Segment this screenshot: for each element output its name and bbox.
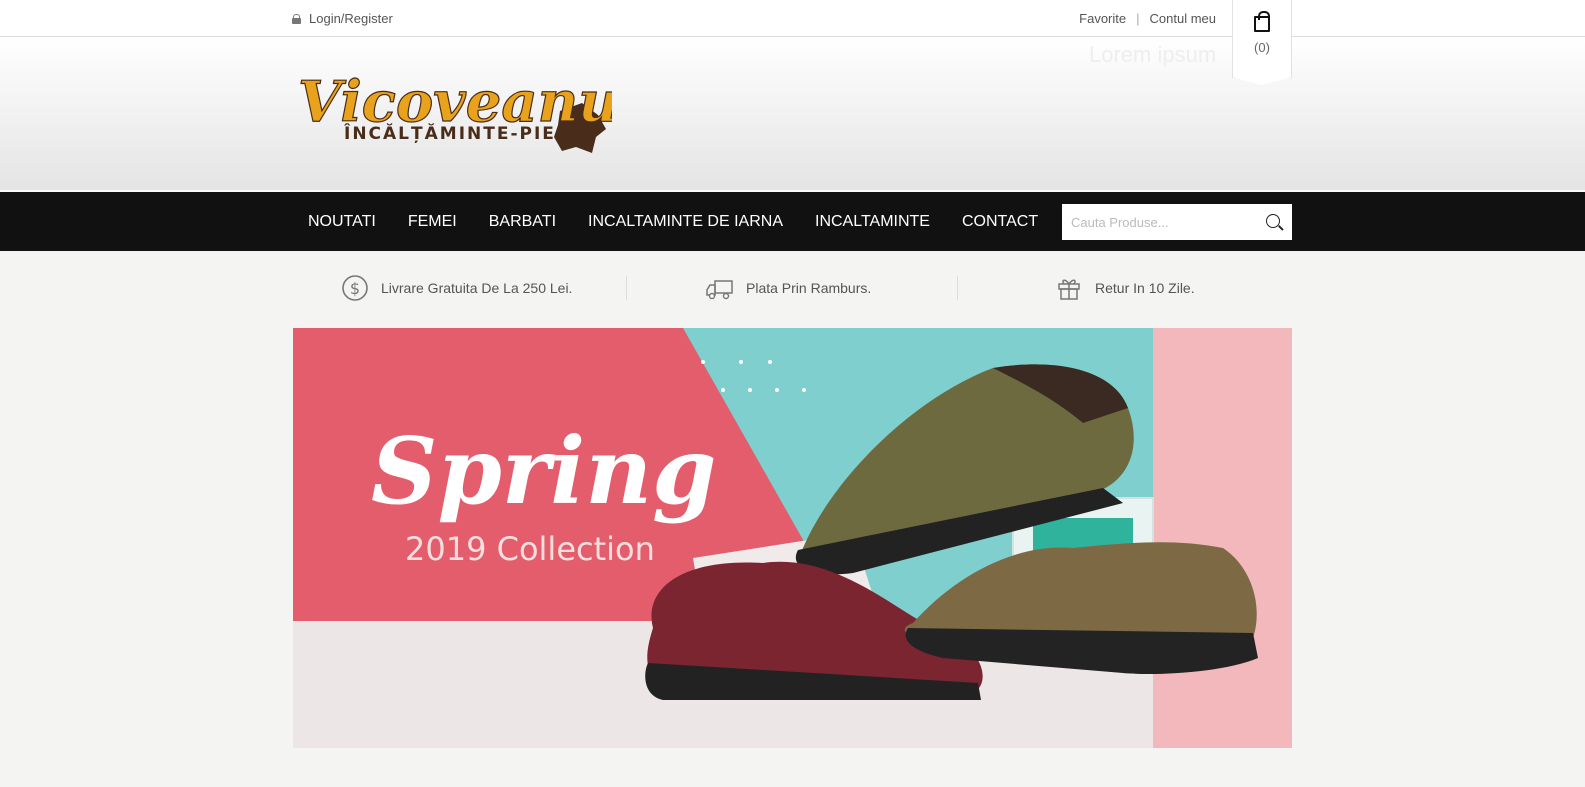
main-navigation: NOUTATI FEMEI BARBATI INCALTAMINTE DE IA… — [0, 192, 1585, 251]
account-link[interactable]: Contul meu — [1150, 11, 1216, 26]
favorites-link[interactable]: Favorite — [1079, 11, 1126, 26]
hero-banner[interactable]: Spring 2019 Collection — [293, 328, 1292, 748]
truck-icon — [706, 280, 733, 300]
nav-item-contact[interactable]: CONTACT — [946, 192, 1054, 251]
svg-text:$: $ — [350, 279, 360, 298]
search-input[interactable] — [1062, 204, 1256, 240]
login-register-link[interactable]: Login/Register — [292, 11, 393, 26]
top-bar: Login/Register Favorite | Contul meu Lor… — [0, 0, 1585, 85]
search-icon[interactable] — [1256, 204, 1292, 240]
feature-label: Plata Prin Ramburs. — [746, 280, 872, 296]
faded-text: Lorem ipsum — [1089, 42, 1217, 67]
nav-item-incaltaminte-de-iarna[interactable]: INCALTAMINTE DE IARNA — [572, 192, 799, 251]
features-strip: $ Livrare Gratuita De La 250 Lei. Plata … — [0, 251, 1585, 324]
shopping-bag-icon — [1254, 11, 1270, 32]
nav-item-femei[interactable]: FEMEI — [392, 192, 473, 251]
dollar-icon: $ — [342, 275, 368, 301]
banner-headline: Spring — [371, 417, 716, 525]
logo-subtitle: ÎNCĂLȚĂMINTE-PIELE — [344, 122, 582, 144]
feature-label: Retur In 10 Zile. — [1095, 280, 1195, 296]
feature-divider — [626, 276, 627, 300]
top-links-separator: | — [1136, 11, 1140, 26]
nav-menu: NOUTATI FEMEI BARBATI INCALTAMINTE DE IA… — [292, 192, 1054, 251]
feature-divider — [957, 276, 958, 300]
nav-item-noutati[interactable]: NOUTATI — [292, 192, 392, 251]
feature-cash-on-delivery: Plata Prin Ramburs. — [706, 273, 871, 303]
feature-label: Livrare Gratuita De La 250 Lei. — [381, 280, 573, 296]
banner-subline: 2019 Collection — [405, 530, 655, 568]
hero-banner-image: Spring 2019 Collection — [293, 328, 1292, 748]
cart-button[interactable]: (0) — [1232, 0, 1292, 85]
feature-free-delivery: $ Livrare Gratuita De La 250 Lei. — [341, 273, 572, 303]
cart-count: (0) — [1254, 40, 1270, 55]
site-logo[interactable]: Vicoveanu ÎNCĂLȚĂMINTE-PIELE — [292, 63, 612, 158]
gift-icon — [1058, 279, 1080, 300]
login-label: Login/Register — [309, 11, 393, 26]
lock-icon — [292, 13, 301, 24]
nav-item-incaltaminte[interactable]: INCALTAMINTE — [799, 192, 946, 251]
site-header: Vicoveanu ÎNCĂLȚĂMINTE-PIELE — [0, 37, 1585, 192]
nav-item-barbati[interactable]: BARBATI — [473, 192, 572, 251]
feature-return: Retur In 10 Zile. — [1055, 273, 1195, 303]
search-box — [1062, 204, 1292, 240]
